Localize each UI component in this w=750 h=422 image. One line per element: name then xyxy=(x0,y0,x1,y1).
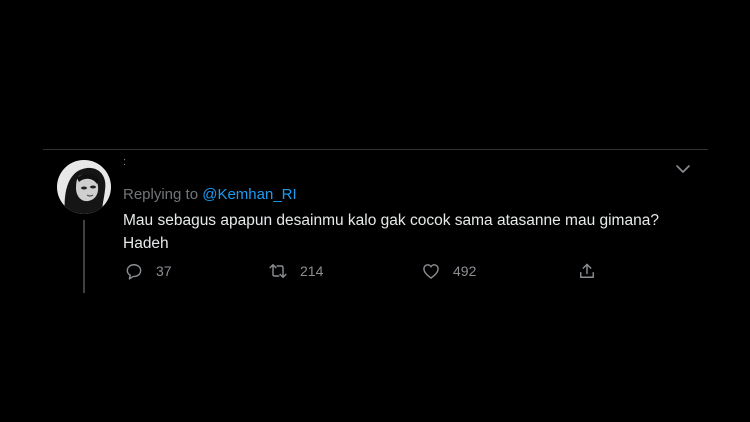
chevron-down-icon[interactable] xyxy=(675,162,691,176)
replying-prefix: Replying to xyxy=(123,186,203,203)
heart-icon xyxy=(421,261,441,281)
reply-icon xyxy=(124,261,144,281)
tweet-text: Mau sebagus apapun desainmu kalo gak coc… xyxy=(123,212,659,252)
share-icon xyxy=(577,261,597,281)
share-button[interactable] xyxy=(577,260,597,282)
replying-to: Replying to @Kemhan_RI xyxy=(123,186,297,203)
like-count: 492 xyxy=(453,263,477,279)
user-avatar[interactable] xyxy=(57,160,111,214)
author-name[interactable]: : xyxy=(123,156,126,168)
tweet-divider xyxy=(43,149,708,150)
retweet-button[interactable]: 214 xyxy=(268,260,323,282)
retweet-count: 214 xyxy=(300,263,324,279)
replying-handle-link[interactable]: @Kemhan_RI xyxy=(202,186,296,203)
like-button[interactable]: 492 xyxy=(421,260,476,282)
reply-count: 37 xyxy=(156,263,172,279)
thread-line xyxy=(83,220,85,293)
avatar-image xyxy=(57,160,111,214)
retweet-icon xyxy=(268,261,288,281)
reply-button[interactable]: 37 xyxy=(124,260,172,282)
